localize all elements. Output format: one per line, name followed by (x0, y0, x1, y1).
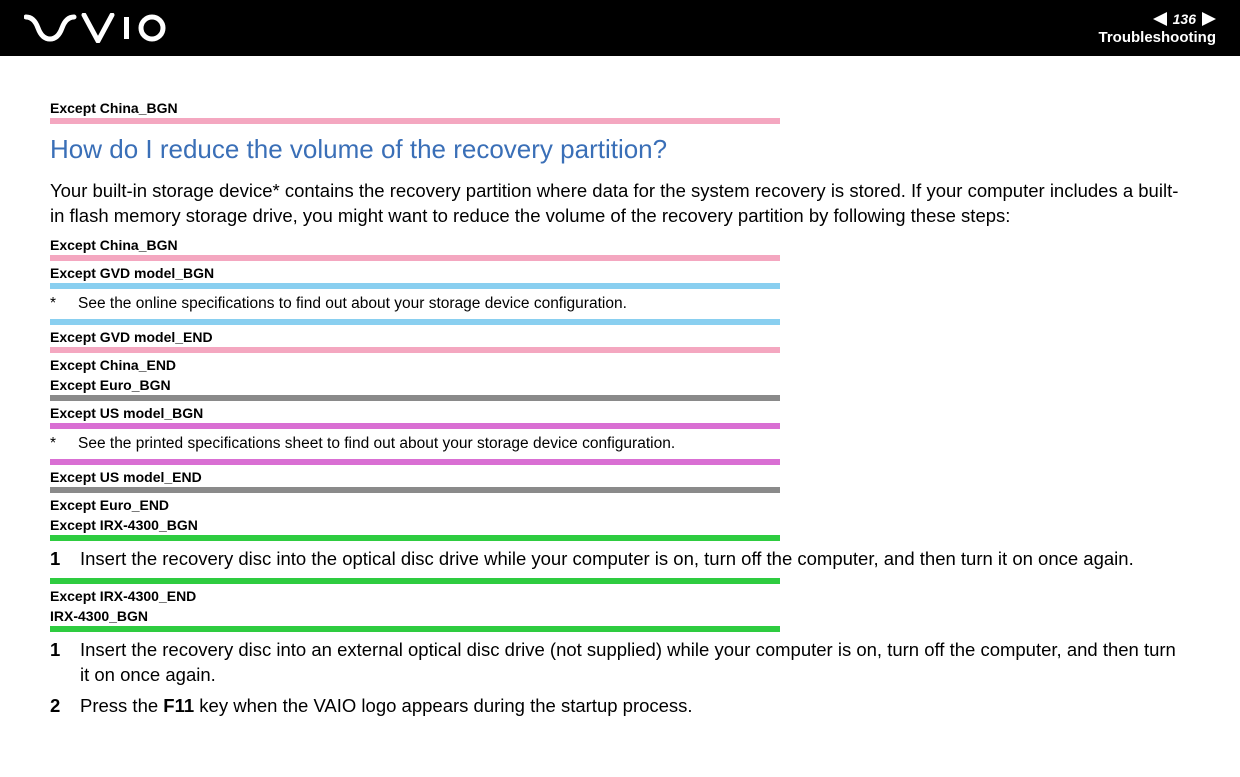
header-bar: 136 Troubleshooting (0, 0, 1240, 56)
tag-irx4300-bgn: IRX-4300_BGN (50, 608, 1190, 624)
tag-except-china-bgn-2: Except China_BGN (50, 237, 1190, 253)
tag-except-us-end: Except US model_END (50, 469, 1190, 485)
step-1a: 1 Insert the recovery disc into the opti… (50, 547, 1190, 572)
tag-except-china-bgn: Except China_BGN (50, 100, 1190, 116)
tag-except-euro-bgn: Except Euro_BGN (50, 377, 1190, 393)
bar-skyblue (50, 283, 780, 289)
tag-except-gvd-end: Except GVD model_END (50, 329, 1190, 345)
tag-except-us-bgn: Except US model_BGN (50, 405, 1190, 421)
step-1b: 1 Insert the recovery disc into an exter… (50, 638, 1190, 688)
bar-gray (50, 487, 780, 493)
footnote-online-text: See the online specifications to find ou… (78, 295, 627, 312)
page-heading: How do I reduce the volume of the recove… (50, 134, 1190, 165)
next-page-icon[interactable] (1202, 12, 1216, 26)
bar-magenta (50, 459, 780, 465)
vaio-logo (24, 13, 174, 43)
tag-except-gvd-bgn: Except GVD model_BGN (50, 265, 1190, 281)
step-num: 1 (50, 638, 80, 688)
header-right: 136 Troubleshooting (1099, 11, 1217, 46)
footnote-printed: *See the printed specifications sheet to… (50, 435, 1190, 453)
tag-except-euro-end: Except Euro_END (50, 497, 1190, 513)
section-name: Troubleshooting (1099, 29, 1217, 46)
step-2: 2 Press the F11 key when the VAIO logo a… (50, 694, 1190, 719)
step2-pre: Press the (80, 695, 163, 716)
step2-post: key when the VAIO logo appears during th… (194, 695, 692, 716)
footnote-printed-text: See the printed specifications sheet to … (78, 435, 675, 452)
step-text: Press the F11 key when the VAIO logo app… (80, 694, 1190, 719)
tag-except-irx4300-bgn: Except IRX-4300_BGN (50, 517, 1190, 533)
step-num: 2 (50, 694, 80, 719)
bar-gray (50, 395, 780, 401)
page-number: 136 (1173, 11, 1196, 27)
bar-pink (50, 118, 780, 124)
bar-pink (50, 255, 780, 261)
bar-skyblue (50, 319, 780, 325)
bar-green (50, 626, 780, 632)
nav-arrows: 136 (1099, 11, 1217, 27)
tag-except-irx4300-end: Except IRX-4300_END (50, 588, 1190, 604)
bar-green (50, 535, 780, 541)
bar-green (50, 578, 780, 584)
page-content: Except China_BGN How do I reduce the vol… (0, 56, 1240, 745)
footnote-online: *See the online specifications to find o… (50, 295, 1190, 313)
step-text: Insert the recovery disc into an externa… (80, 638, 1190, 688)
bar-pink (50, 347, 780, 353)
intro-text: Your built-in storage device* contains t… (50, 179, 1190, 229)
prev-page-icon[interactable] (1153, 12, 1167, 26)
bar-magenta (50, 423, 780, 429)
step-text: Insert the recovery disc into the optica… (80, 547, 1190, 572)
step-num: 1 (50, 547, 80, 572)
step2-key: F11 (163, 695, 194, 716)
tag-except-china-end: Except China_END (50, 357, 1190, 373)
